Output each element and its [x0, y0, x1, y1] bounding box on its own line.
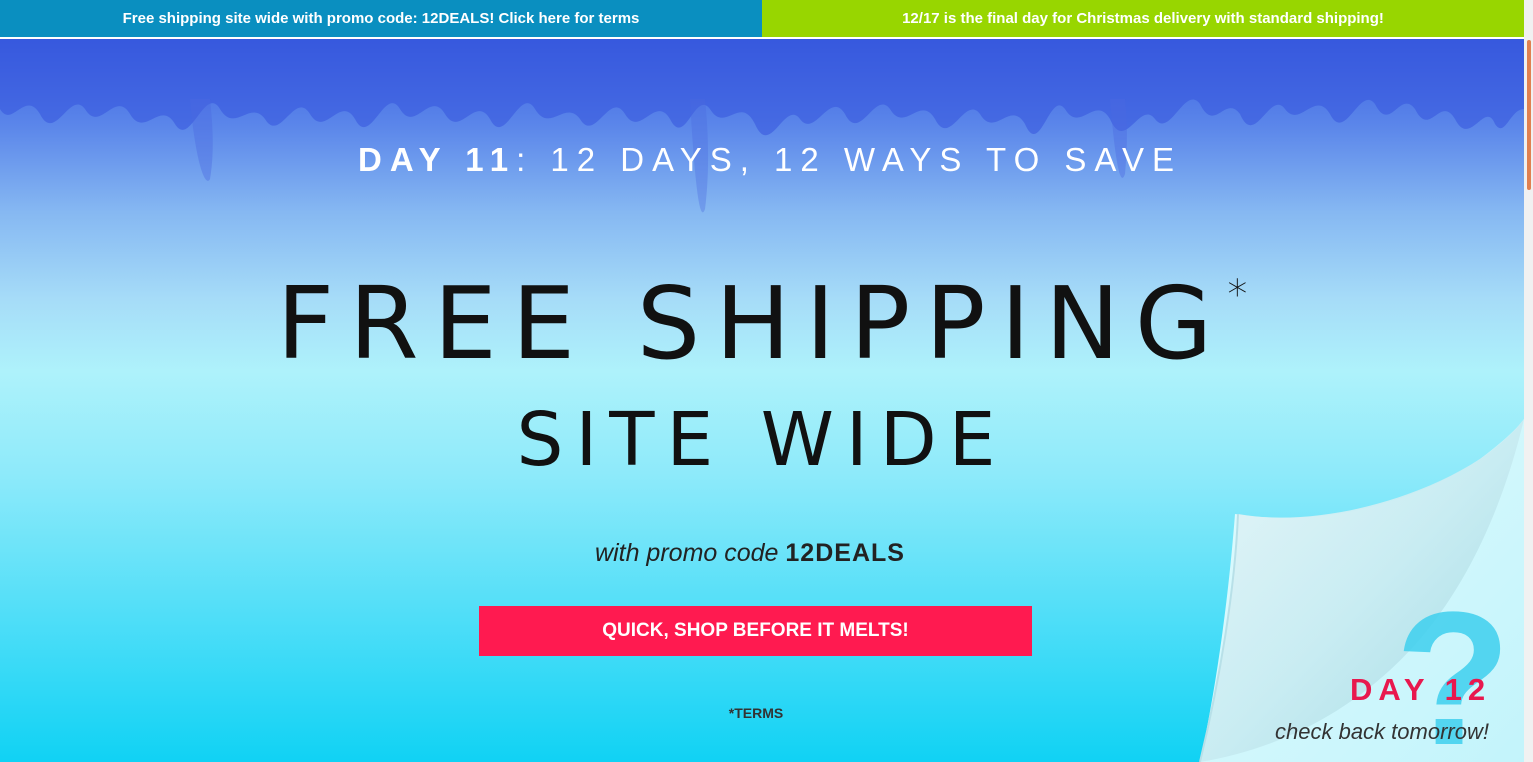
shop-now-button[interactable]: QUICK, SHOP BEFORE IT MELTS!: [479, 606, 1032, 656]
promo-prefix: with promo code: [595, 539, 786, 567]
promo-terms-link[interactable]: Free shipping site wide with promo code:…: [0, 0, 762, 37]
headline-asterisk: *: [1227, 272, 1248, 318]
promo-bar: Free shipping site wide with promo code:…: [0, 0, 1524, 37]
hero-banner[interactable]: DAY 11: 12 DAYS, 12 WAYS TO SAVE FREE SH…: [0, 39, 1524, 762]
headline-text: FREE SHIPPING: [276, 265, 1228, 382]
terms-link[interactable]: *TERMS: [700, 705, 812, 721]
day-heading: DAY 11: 12 DAYS, 12 WAYS TO SAVE: [0, 141, 1524, 179]
scrollbar[interactable]: [1524, 0, 1533, 762]
page: Free shipping site wide with promo code:…: [0, 0, 1533, 762]
christmas-delivery-notice[interactable]: 12/17 is the final day for Christmas del…: [762, 0, 1524, 37]
day-label: DAY 11: [357, 141, 517, 178]
check-back-text: check back tomorrow!: [1275, 719, 1489, 744]
promo-code: 12DEALS: [785, 539, 905, 567]
scrollbar-thumb[interactable]: [1527, 40, 1531, 190]
christmas-delivery-text: 12/17 is the final day for Christmas del…: [902, 10, 1384, 27]
promo-terms-text: Free shipping site wide with promo code:…: [122, 10, 640, 27]
icicles-decoration: [0, 39, 1524, 213]
day-tagline: : 12 DAYS, 12 WAYS TO SAVE: [516, 141, 1183, 178]
day-12-label: DAY 12: [1350, 672, 1492, 707]
headline: FREE SHIPPING*: [0, 265, 1524, 382]
